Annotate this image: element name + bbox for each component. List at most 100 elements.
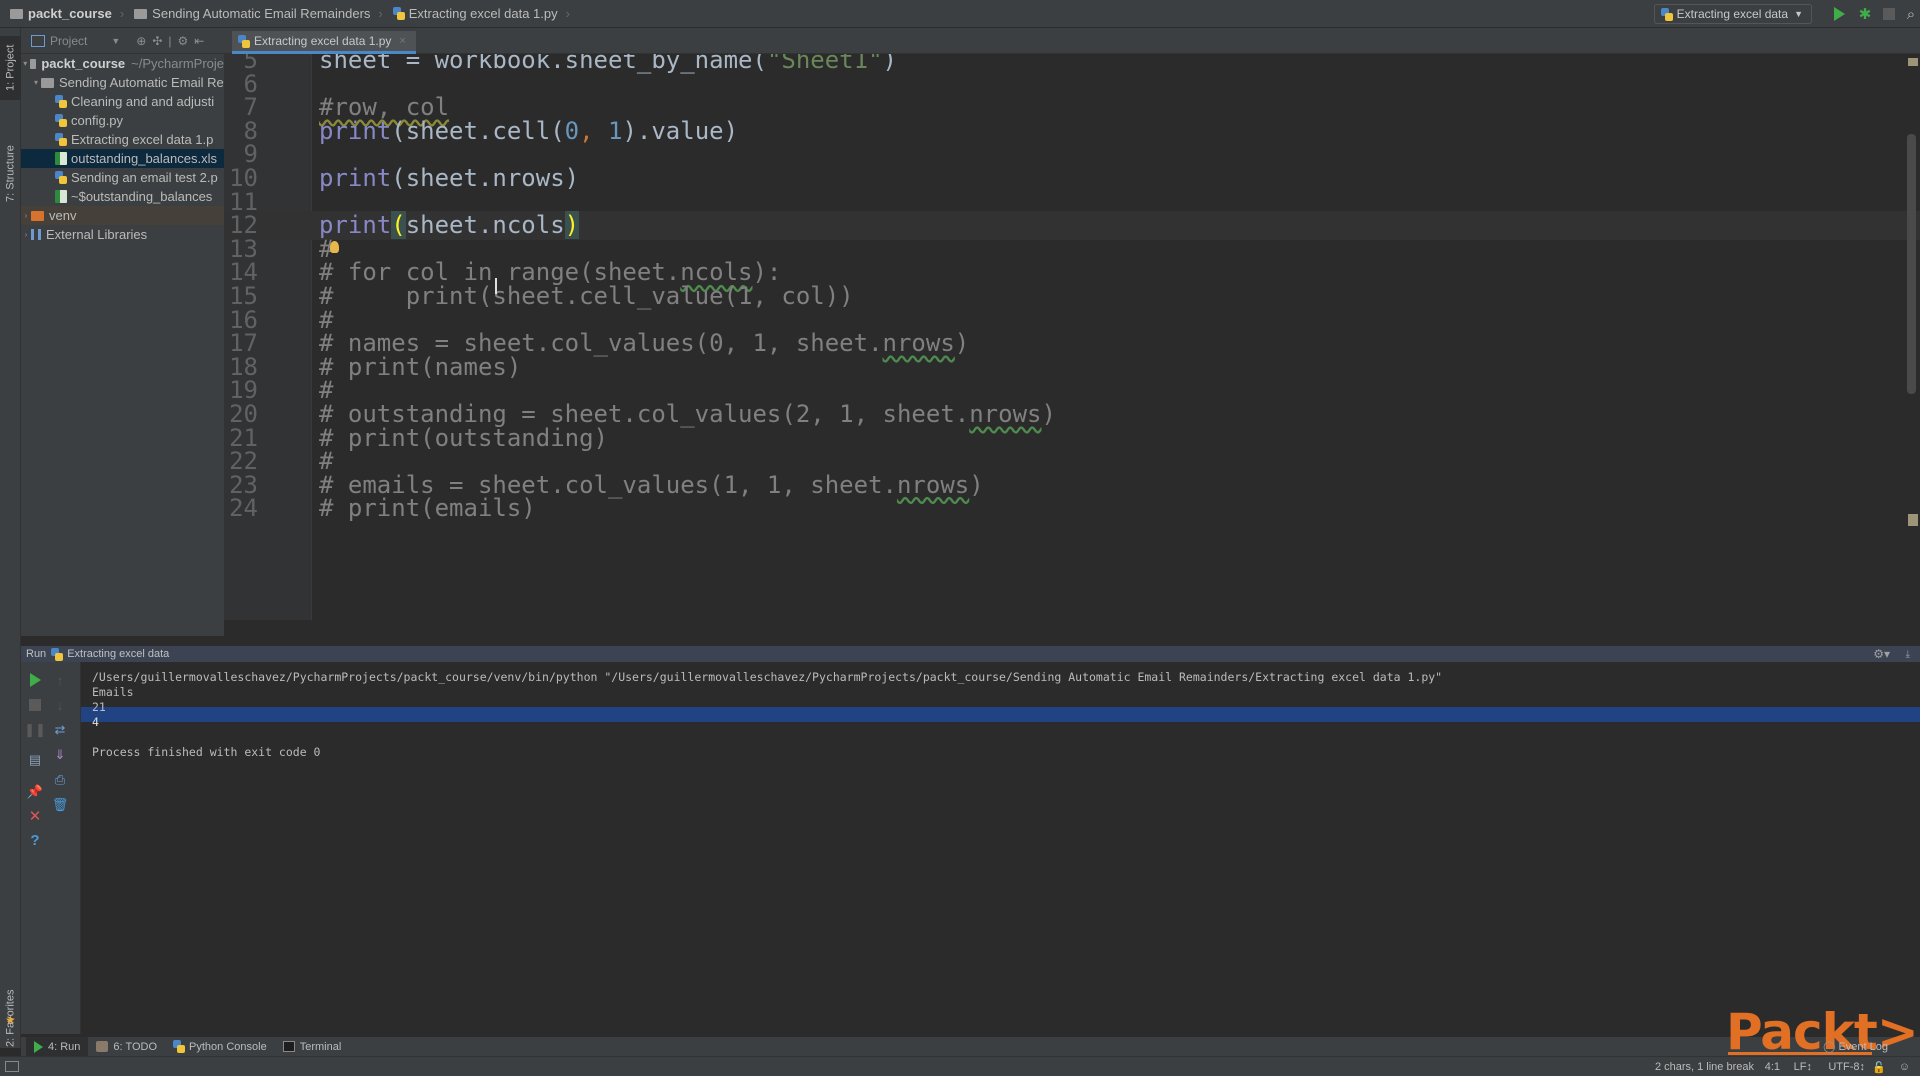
breadcrumb-label: Sending Automatic Email Remainders [152, 6, 371, 21]
console-output-line: 4 [92, 715, 99, 729]
tree-item-label: Sending an email test 2.p [71, 170, 218, 185]
scroll-to-end-button[interactable]: ⇓ [52, 747, 68, 763]
tool-tab-run[interactable]: 4: Run [26, 1036, 89, 1057]
error-stripe-marker[interactable] [1908, 514, 1918, 526]
stop-button[interactable] [1880, 5, 1898, 23]
tool-tab-terminal[interactable]: Terminal [275, 1037, 350, 1057]
tree-item-venv[interactable]: › venv [21, 206, 224, 225]
line-separator-selector[interactable]: LF↕ [1794, 1061, 1812, 1073]
tool-tab-label: 7: Structure [4, 145, 17, 203]
project-toolbar-actions[interactable]: ⊕✣|⚙⇤ [136, 34, 210, 48]
project-panel-toolbar: Project ▼ ⊕✣|⚙⇤ [21, 28, 224, 54]
tree-item-file[interactable]: Cleaning and and adjusti [21, 92, 224, 111]
pause-button[interactable]: ❚❚ [24, 722, 46, 738]
close-icon[interactable]: × [399, 35, 405, 47]
console-output-line: 21 [92, 700, 106, 714]
hide-panel-icon[interactable]: ⤓ [1906, 649, 1910, 660]
close-icon: ✕ [28, 808, 42, 825]
tree-item-label: Sending Automatic Email Re [59, 75, 224, 90]
tool-tab-structure[interactable]: 7: Structure [0, 124, 21, 224]
encoding-selector[interactable]: UTF-8↕ [1828, 1061, 1865, 1073]
console-selection-highlight [81, 707, 1920, 722]
tool-tab-python-console[interactable]: Python Console [165, 1037, 275, 1057]
clear-all-button[interactable]: 🗑 [51, 797, 69, 813]
tree-item-file[interactable]: Sending an email test 2.p [21, 168, 224, 187]
star-icon: ★ [5, 1013, 16, 1027]
tree-item-folder[interactable]: ▾ Sending Automatic Email Re [21, 73, 224, 92]
gear-icon[interactable]: ⚙▾ [1873, 647, 1890, 661]
tool-tab-label: Terminal [299, 1040, 342, 1053]
event-log-button[interactable]: ◯ Event Log [1823, 1040, 1888, 1053]
run-configuration-label: Extracting excel data [1676, 7, 1789, 21]
soft-wrap-button[interactable]: ⇄ [52, 722, 68, 738]
editor-tab-bar: Extracting excel data 1.py × [224, 28, 1920, 54]
search-everywhere-button[interactable]: ⌕ [1902, 5, 1920, 23]
project-view-dropdown[interactable]: Project [50, 34, 87, 48]
expand-arrow-icon[interactable]: › [21, 225, 31, 244]
console-output-line: Emails [92, 685, 134, 699]
tree-item-file[interactable]: Extracting excel data 1.p [21, 130, 224, 149]
help-button[interactable]: ? [27, 831, 43, 849]
folder-icon [134, 8, 148, 19]
tree-item-file[interactable]: ~$outstanding_balances [21, 187, 224, 206]
error-stripe-marker[interactable] [1908, 58, 1918, 66]
close-button[interactable]: ✕ [27, 808, 43, 825]
dump-threads-button[interactable]: ▤ [27, 752, 43, 768]
stop-icon [1883, 8, 1895, 20]
code-line[interactable]: 24 # print(emails) [224, 494, 1920, 523]
python-file-icon [238, 34, 250, 48]
help-icon: ? [30, 831, 40, 849]
print-button[interactable]: ⎙ [52, 772, 68, 788]
tree-item-label: ~$outstanding_balances [71, 189, 213, 204]
bottom-tool-tabs: 4: Run 6: TODO Python Console Terminal [21, 1036, 1920, 1057]
tool-tab-project[interactable]: 1: Project [0, 36, 21, 100]
lock-icon[interactable]: 🔓 [1872, 1061, 1886, 1074]
python-file-icon [55, 95, 67, 108]
code-editor[interactable]: 5 sheet = workbook.sheet_by_name("Sheet1"… [224, 54, 1920, 620]
expand-arrow-icon[interactable]: ▾ [21, 54, 30, 73]
breadcrumb-file[interactable]: Extracting excel data 1.py › [392, 6, 570, 21]
pin-tab-button[interactable]: 📌 [27, 784, 43, 800]
stop-button[interactable] [27, 697, 43, 713]
expand-arrow-icon[interactable]: ▾ [31, 73, 41, 92]
project-view-icon [31, 34, 45, 47]
scroll-down-button[interactable]: ↓ [52, 697, 68, 713]
tree-item-root[interactable]: ▾ packt_course ~/PycharmProje [21, 54, 224, 73]
todo-icon [96, 1041, 109, 1052]
breadcrumb-label: Extracting excel data 1.py [408, 6, 558, 21]
lightbulb-icon[interactable] [330, 241, 339, 253]
run-button[interactable] [1830, 5, 1848, 23]
expand-arrow-icon[interactable]: › [21, 206, 31, 225]
debug-button[interactable]: ✱ [1856, 5, 1874, 23]
run-icon [29, 673, 41, 687]
library-icon [31, 229, 41, 240]
toggle-tool-windows-icon[interactable] [5, 1061, 19, 1072]
tree-item-file-selected[interactable]: outstanding_balances.xls [21, 149, 224, 168]
run-configuration-dropdown[interactable]: Extracting excel data ▼ [1653, 4, 1812, 24]
tree-item-label: External Libraries [46, 227, 148, 242]
chevron-down-icon[interactable]: ▼ [111, 36, 120, 46]
vertical-scrollbar[interactable] [1907, 134, 1916, 394]
caret-position[interactable]: 4:1 [1765, 1061, 1780, 1073]
excel-file-icon [55, 152, 67, 165]
tool-tab-label: Python Console [189, 1040, 267, 1053]
arrow-up-icon: ↑ [56, 672, 64, 688]
selection-info: 2 chars, 1 line break [1654, 1061, 1754, 1073]
scroll-to-end-icon: ⇓ [54, 747, 66, 762]
python-icon [1660, 7, 1673, 21]
tree-item-label: outstanding_balances.xls [71, 151, 217, 166]
tree-item-external-libraries[interactable]: › External Libraries [21, 225, 224, 244]
run-console-output[interactable]: /Users/guillermovalleschavez/PycharmProj… [81, 662, 1920, 1034]
editor-tab-active[interactable]: Extracting excel data 1.py × [232, 31, 416, 54]
tree-item-label: config.py [71, 113, 124, 128]
tool-tab-todo[interactable]: 6: TODO [88, 1037, 165, 1057]
scroll-up-button[interactable]: ↑ [52, 672, 68, 688]
rerun-button[interactable] [27, 672, 43, 688]
pin-icon: 📌 [26, 784, 44, 799]
breadcrumb-project[interactable]: packt_course › [10, 6, 124, 21]
breadcrumb-folder[interactable]: Sending Automatic Email Remainders › [134, 6, 383, 21]
trash-icon: 🗑 [51, 797, 69, 812]
hector-inspection-icon[interactable]: ☺ [1899, 1061, 1910, 1073]
tree-item-file[interactable]: config.py [21, 111, 224, 130]
console-command-line: /Users/guillermovalleschavez/PycharmProj… [92, 670, 1443, 684]
